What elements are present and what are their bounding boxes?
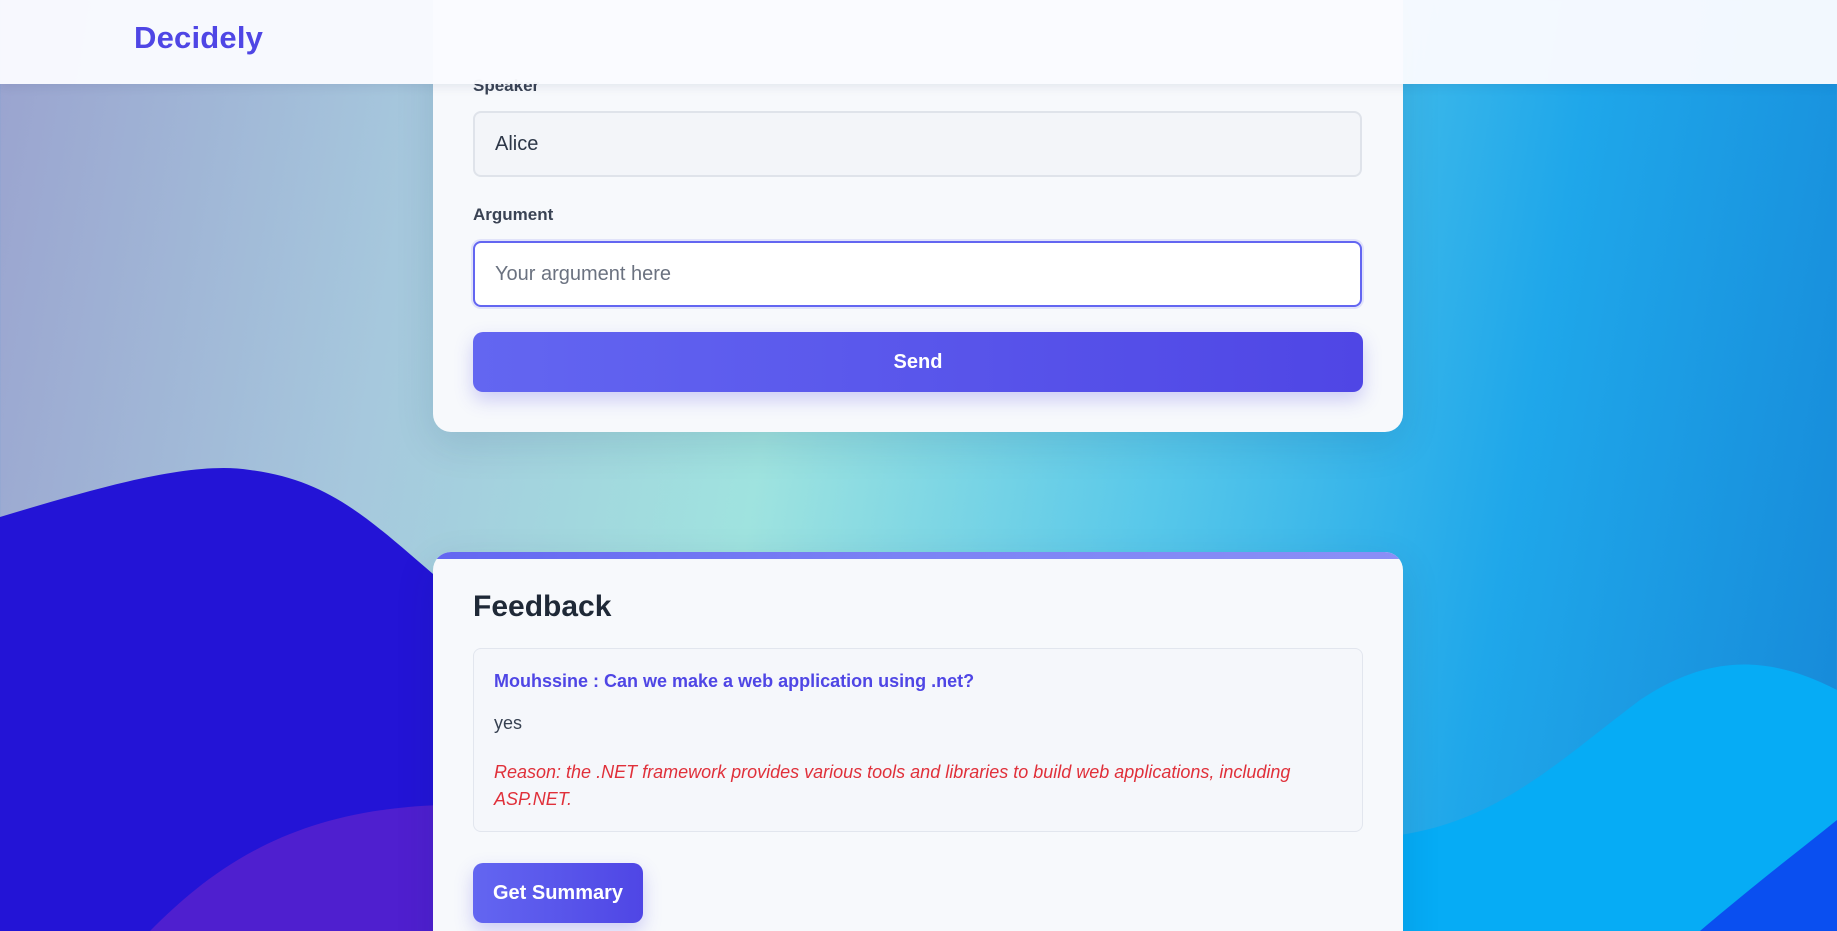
- top-navbar: Decidely: [0, 0, 1837, 84]
- speaker-input[interactable]: [473, 111, 1362, 177]
- feedback-answer: yes: [494, 713, 523, 733]
- argument-label: Argument: [473, 205, 554, 224]
- feedback-title: Feedback: [473, 590, 612, 623]
- feedback-reason: Reason: the .NET framework provides vari…: [494, 762, 1291, 809]
- feedback-item: Mouhssine : Can we make a web applicatio…: [473, 648, 1363, 832]
- brand-logo[interactable]: Decidely: [134, 20, 263, 56]
- argument-input[interactable]: [473, 241, 1362, 307]
- feedback-card: Feedback Mouhssine : Can we make a web a…: [433, 552, 1403, 931]
- feedback-card-accent-bar: [433, 552, 1403, 559]
- get-summary-button[interactable]: Get Summary: [473, 863, 643, 923]
- send-button[interactable]: Send: [473, 332, 1363, 392]
- feedback-question: Mouhssine : Can we make a web applicatio…: [494, 671, 975, 691]
